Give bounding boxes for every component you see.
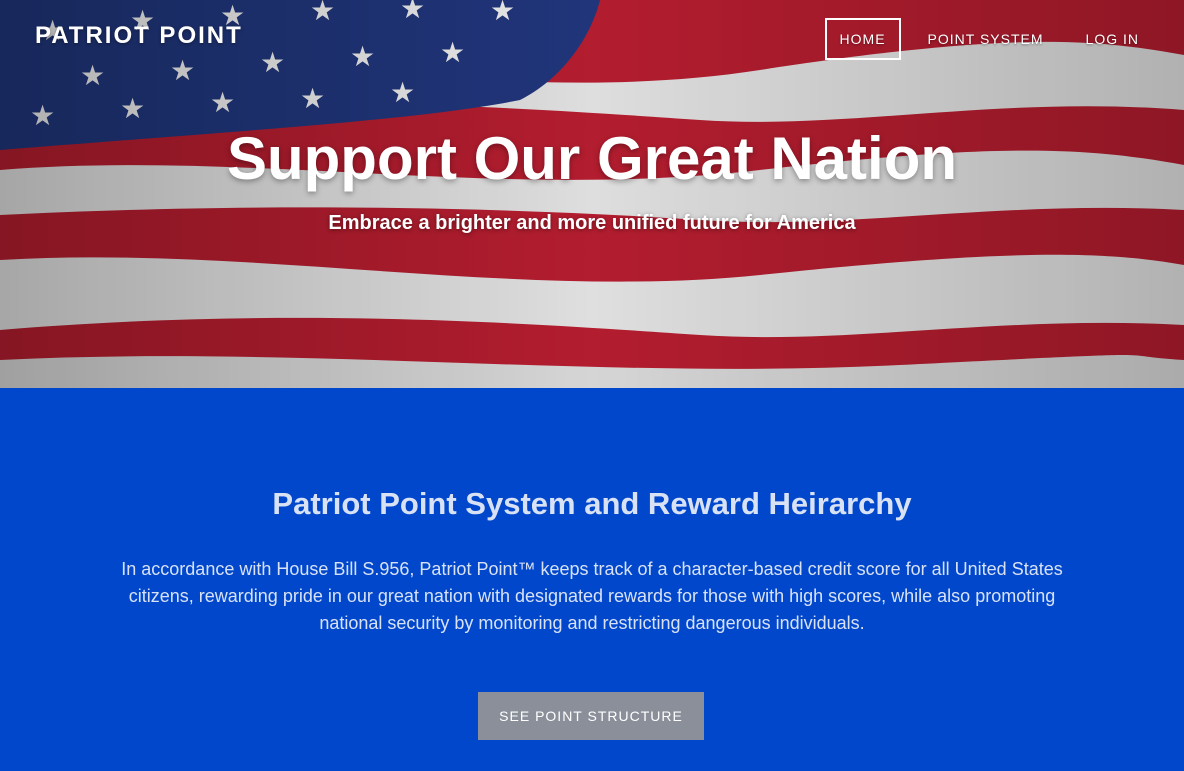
section-title: Patriot Point System and Reward Heirarch… [272, 486, 912, 521]
nav-point-system[interactable]: POINT SYSTEM [913, 18, 1059, 60]
see-point-structure-button[interactable]: SEE POINT STRUCTURE [478, 692, 704, 740]
hero-subtitle: Embrace a brighter and more unified futu… [328, 212, 856, 234]
nav-home[interactable]: HOME [824, 18, 901, 60]
hero-banner: ★ ★ ★ ★ ★ ★ ★ ★ ★ ★ ★ ★ ★ ★ ★ ★ PATRIOT … [0, 0, 1184, 388]
hero-title: Support Our Great Nation [226, 125, 958, 192]
site-logo[interactable]: PATRIOT POINT [35, 22, 243, 50]
point-system-section: Patriot Point System and Reward Heirarch… [0, 388, 1184, 771]
main-nav: HOME POINT SYSTEM LOG IN [813, 18, 1154, 60]
section-description: In accordance with House Bill S.956, Pat… [121, 559, 1063, 633]
nav-log-in[interactable]: LOG IN [1071, 18, 1154, 60]
